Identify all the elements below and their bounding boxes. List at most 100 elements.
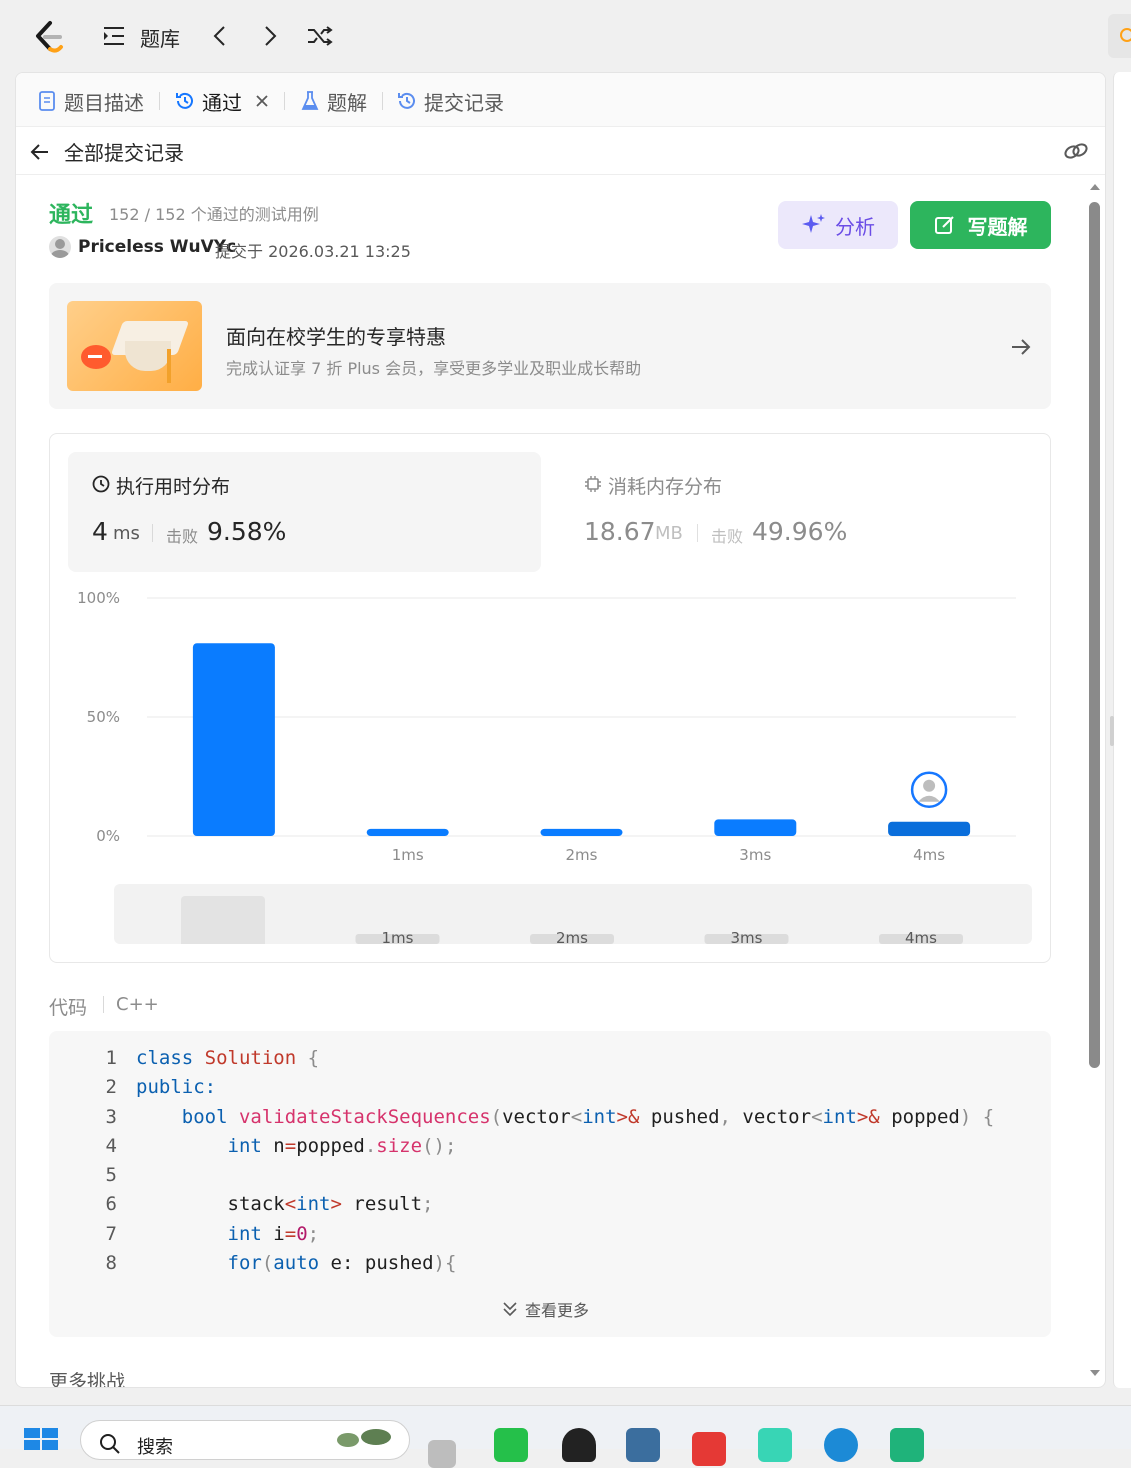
code-line: 7 int i=0; — [105, 1223, 320, 1245]
chevrons-down-icon — [503, 1302, 517, 1317]
code-line: 1 class Solution { — [105, 1047, 320, 1069]
memory-value: 18.67 — [584, 517, 656, 546]
expand-code-button[interactable]: 查看更多 — [501, 1297, 589, 1321]
tab-submissions[interactable]: 提交记录 — [396, 87, 504, 115]
x-tick-label: 4ms — [913, 846, 945, 864]
code-label: 代码 — [49, 997, 88, 1019]
analyze-button[interactable]: 分析 — [778, 201, 898, 249]
chart-overview-slider[interactable]: 1ms 2ms 3ms 4ms — [114, 884, 1032, 944]
clock-icon — [92, 475, 110, 493]
performance-card: 执行用时分布 4 ms 击败 9.58% 消耗内存分布 18.67 MB 击败 … — [49, 433, 1051, 963]
os-taskbar: 搜索 — [0, 1405, 1131, 1468]
tab-divider — [284, 92, 285, 110]
tab-solutions-label: 题解 — [327, 90, 367, 115]
runtime-distribution-chart[interactable]: 100% 50% 0% 1ms 2ms 3ms 4ms — [50, 584, 1050, 874]
edge-icon[interactable] — [824, 1428, 858, 1462]
bit-app-icon[interactable] — [758, 1428, 792, 1462]
scrollbar[interactable] — [1086, 180, 1104, 1385]
chart-bar — [714, 819, 797, 836]
tab-divider — [159, 92, 160, 110]
memory-stat-box[interactable]: 消耗内存分布 18.67 MB 击败 49.96% — [564, 452, 1034, 572]
problem-list-icon[interactable] — [102, 25, 126, 47]
code-divider — [103, 996, 104, 1013]
overview-tick-label: 1ms — [382, 929, 414, 944]
overview-tick-label: 2ms — [556, 929, 588, 944]
tab-divider — [382, 92, 383, 110]
promo-title: 面向在校学生的专享特惠 — [226, 325, 446, 349]
shuffle-icon[interactable] — [306, 24, 334, 48]
avatar[interactable] — [49, 236, 71, 258]
prev-problem-icon[interactable] — [210, 24, 230, 48]
username[interactable]: Priceless WuVYc — [78, 237, 236, 257]
avatar-head — [923, 779, 936, 792]
task-view-icon[interactable] — [428, 1440, 456, 1468]
link-icon[interactable] — [1062, 139, 1090, 163]
runtime-unit: ms — [113, 523, 140, 544]
tab-description[interactable]: 题目描述 — [36, 87, 144, 115]
arrow-right-icon — [1009, 335, 1033, 359]
expand-code-label: 查看更多 — [525, 1301, 590, 1320]
code-line: 6 stack<int> result; — [105, 1193, 434, 1215]
student-promo-card[interactable]: 面向在校学生的专享特惠 完成认证享 7 折 Plus 会员，享受更多学业及职业成… — [49, 283, 1051, 409]
search-placeholder: 搜索 — [137, 1437, 173, 1458]
more-challenges-heading: 更多挑战 — [49, 1371, 126, 1388]
tab-submissions-label: 提交记录 — [424, 90, 504, 115]
next-problem-icon[interactable] — [260, 24, 280, 48]
sub-header: 全部提交记录 — [16, 127, 1105, 175]
runtime-value: 4 — [92, 517, 108, 546]
search-icon — [100, 1434, 120, 1454]
submission-panel: 题目描述 通过 题解 提交记录 全部提交记录 通过 152 / 152 个通过的… — [15, 72, 1106, 1388]
swift-app-icon[interactable] — [890, 1428, 924, 1462]
leetcode-logo[interactable] — [32, 20, 64, 54]
flask-icon — [301, 91, 319, 110]
qq-icon[interactable] — [562, 1428, 596, 1462]
memory-beat-value: 49.96% — [752, 517, 848, 546]
back-button[interactable]: 全部提交记录 — [28, 137, 184, 166]
memory-beat-label: 击败 — [711, 527, 744, 546]
chart-bar — [366, 828, 449, 836]
sparkle-icon — [802, 214, 825, 233]
tab-accepted[interactable]: 通过 — [174, 87, 270, 115]
memory-unit: MB — [655, 523, 683, 544]
tab-description-label: 题目描述 — [64, 90, 144, 115]
tab-accepted-label: 通过 — [202, 90, 242, 115]
chart-bar — [888, 821, 971, 836]
y-tick-label: 50% — [87, 708, 120, 726]
settings-corner-button[interactable] — [1108, 14, 1131, 58]
wechat-icon[interactable] — [494, 1428, 528, 1462]
stat-divider — [152, 524, 153, 542]
tab-bar: 题目描述 通过 题解 提交记录 — [16, 73, 1105, 127]
wps-icon[interactable] — [692, 1432, 726, 1466]
windows-start-icon[interactable] — [24, 1428, 58, 1450]
status-label: 通过 — [49, 203, 94, 228]
code-block[interactable]: 1 class Solution { 2 public: 3 bool valida… — [49, 1031, 1051, 1337]
memory-title: 消耗内存分布 — [608, 476, 723, 498]
app-icon[interactable] — [626, 1428, 660, 1462]
graduation-cap-image — [67, 301, 202, 391]
runtime-beat-value: 9.58% — [207, 517, 287, 546]
tab-solutions[interactable]: 题解 — [299, 87, 367, 115]
arrow-left-icon — [30, 143, 48, 160]
promo-subtitle: 完成认证享 7 折 Plus 会员，享受更多学业及职业成长帮助 — [226, 359, 642, 378]
overview-mini-chart: 1ms 2ms 3ms 4ms — [355, 929, 963, 944]
runtime-stat-box[interactable]: 执行用时分布 4 ms 击败 9.58% — [68, 452, 541, 572]
test-cases-count: 152 / 152 个通过的测试用例 — [109, 205, 319, 224]
code-line: 8 for(auto e: pushed){ — [105, 1252, 457, 1274]
runtime-beat-label: 击败 — [166, 527, 199, 546]
scroll-up-arrow[interactable] — [1086, 180, 1104, 192]
submit-time: 提交于 2026.03.21 13:25 — [215, 242, 411, 261]
scroll-down-arrow[interactable] — [1086, 1368, 1104, 1380]
close-icon[interactable] — [254, 93, 270, 109]
x-tick-label: 2ms — [566, 846, 598, 864]
problem-list-title[interactable]: 题库 — [140, 23, 180, 52]
scrollbar-thumb[interactable] — [1089, 202, 1100, 1068]
overview-tick-label: 4ms — [905, 929, 937, 944]
chart-bar — [540, 828, 623, 836]
write-solution-button[interactable]: 写题解 — [910, 201, 1051, 249]
submission-content: 通过 152 / 152 个通过的测试用例 Priceless WuVYc 提交… — [16, 175, 1086, 1388]
code-line: 4 int n=popped.size(); — [105, 1135, 457, 1157]
side-panel-edge[interactable] — [1110, 72, 1131, 1388]
edit-icon — [934, 216, 954, 234]
taskbar-search-box[interactable]: 搜索 — [80, 1420, 410, 1460]
write-solution-label: 写题解 — [967, 214, 1028, 239]
